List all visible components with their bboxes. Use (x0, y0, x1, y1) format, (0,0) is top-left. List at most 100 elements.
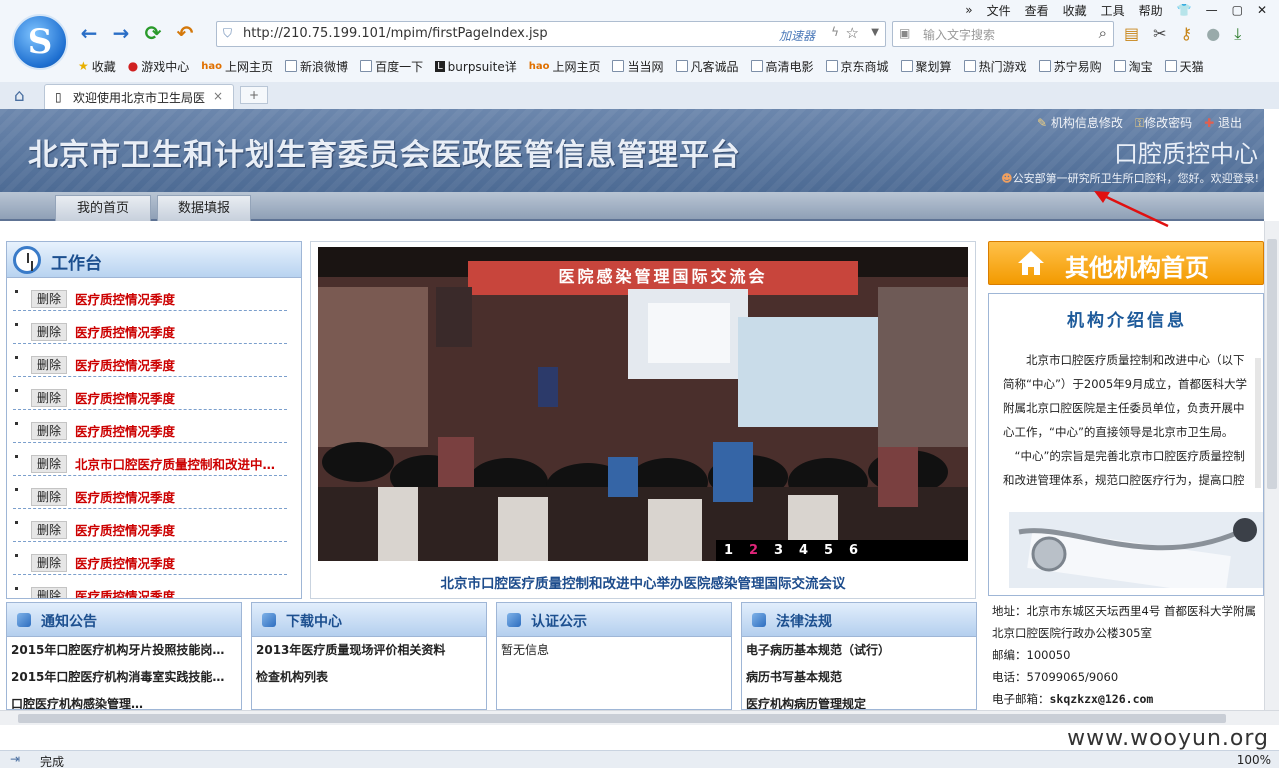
pager-2[interactable]: 2 (741, 540, 766, 561)
search-icon[interactable]: ⌕ (1099, 24, 1107, 42)
workbench-item-link[interactable]: 医疗质控情况季度 (75, 322, 287, 341)
menu-help[interactable]: 帮助 (1139, 2, 1163, 19)
workbench-item-link[interactable]: 医疗质控情况季度 (75, 487, 287, 506)
vertical-scroll-thumb[interactable] (1267, 239, 1277, 489)
menu-favorites[interactable]: 收藏 (1063, 2, 1087, 19)
chevron-down-icon[interactable]: ▼ (871, 27, 879, 38)
bookmark-item[interactable]: Lburpsuite详 (435, 58, 517, 75)
workbench-item-link[interactable]: 医疗质控情况季度 (75, 586, 287, 598)
menu-tools[interactable]: 工具 (1101, 2, 1125, 19)
bookmark-item[interactable]: 苏宁易购 (1038, 58, 1102, 75)
extension-icon[interactable]: ▤ (1124, 24, 1139, 44)
accelerator-label[interactable]: 加速器 (779, 27, 815, 44)
search-box[interactable]: ▣ 输入文字搜索 ⌕ (892, 21, 1114, 47)
slideshow-caption[interactable]: 北京市口腔医疗质量控制和改进中心举办医院感染管理国际交流会议 (310, 572, 976, 592)
delete-button[interactable]: 删除 (31, 554, 67, 572)
zoom-level[interactable]: 100% (1237, 753, 1271, 767)
bookmark-item[interactable]: ● 游戏中心 (128, 58, 190, 75)
star-icon[interactable]: ☆ (846, 24, 859, 42)
list-item[interactable]: 2015年口腔医疗机构牙片投照技能岗… (7, 637, 241, 664)
change-password-link[interactable]: ⚿修改密码 (1135, 114, 1192, 131)
sidebar-toggle-icon[interactable]: ⇥ (10, 752, 20, 766)
bookmark-item[interactable]: 天猫 (1164, 58, 1204, 75)
bookmark-item[interactable]: hao 上网主页 (529, 58, 601, 75)
menu-more[interactable]: » (965, 3, 972, 17)
edit-org-link[interactable]: ✎ 机构信息修改 (1037, 114, 1123, 131)
pager-5[interactable]: 5 (816, 540, 841, 561)
pager-3[interactable]: 3 (766, 540, 791, 561)
lightning-icon[interactable]: ϟ (831, 25, 839, 39)
delete-button[interactable]: 删除 (31, 455, 67, 473)
delete-button[interactable]: 删除 (31, 422, 67, 440)
bookmark-item[interactable]: 淘宝 (1113, 58, 1153, 75)
minimize-icon[interactable]: — (1206, 3, 1218, 17)
delete-button[interactable]: 删除 (31, 488, 67, 506)
bookmark-item[interactable]: 热门游戏 (963, 58, 1027, 75)
shirt-icon[interactable]: 👕 (1177, 3, 1192, 17)
workbench-item-link[interactable]: 医疗质控情况季度 (75, 553, 287, 572)
conference-photo[interactable]: 医院感染管理国际交流会 (318, 247, 968, 561)
close-window-icon[interactable]: ✕ (1257, 3, 1267, 17)
browser-tab[interactable]: ▯ 欢迎使用北京市卫生局医 × (44, 84, 234, 109)
list-item[interactable]: 医疗机构病历管理规定 (742, 691, 976, 709)
list-item[interactable]: 2013年医疗质量现场评价相关资料 (252, 637, 486, 664)
bookmark-item[interactable]: 京东商城 (825, 58, 889, 75)
pager-6[interactable]: 6 (841, 540, 866, 561)
undo-icon[interactable]: ↶ (174, 22, 196, 44)
list-item[interactable]: 口腔医疗机构感染管理… (7, 691, 241, 709)
tab-home[interactable]: 我的首页 (55, 195, 151, 221)
list-item[interactable]: 电子病历基本规范（试行） (742, 637, 976, 664)
key-icon[interactable]: ⚷ (1181, 24, 1193, 44)
horizontal-scroll-thumb[interactable] (18, 714, 1226, 723)
back-icon[interactable]: ← (78, 22, 100, 44)
list-item[interactable]: 检查机构列表 (252, 664, 486, 691)
delete-button[interactable]: 删除 (31, 389, 67, 407)
bookmark-item[interactable]: 凡客诚品 (675, 58, 739, 75)
delete-button[interactable]: 删除 (31, 521, 67, 539)
scissors-icon[interactable]: ✂ (1153, 24, 1166, 44)
search-placeholder[interactable]: 输入文字搜索 (923, 26, 995, 43)
maximize-icon[interactable]: ▢ (1232, 3, 1243, 17)
new-tab-button[interactable]: + (240, 86, 268, 104)
other-org-button[interactable]: 其他机构首页 (988, 241, 1264, 285)
forward-icon[interactable]: → (110, 22, 132, 44)
logout-link[interactable]: ✚ 退出 (1204, 114, 1242, 131)
workbench-item-link[interactable]: 医疗质控情况季度 (75, 289, 287, 308)
address-bar[interactable]: ⛉ http://210.75.199.101/mpim/firstPageIn… (216, 21, 886, 47)
menu-file[interactable]: 文件 (987, 2, 1011, 19)
intro-scrollbar[interactable] (1255, 358, 1261, 488)
search-engine-icon[interactable]: ▣ (899, 26, 910, 40)
delete-button[interactable]: 删除 (31, 323, 67, 341)
bookmark-item[interactable]: 聚划算 (900, 58, 952, 75)
bookmark-item[interactable]: ★ 收藏 (78, 58, 116, 75)
delete-button[interactable]: 删除 (31, 356, 67, 374)
refresh-icon[interactable]: ⟳ (142, 22, 164, 44)
workbench-item-link[interactable]: 北京市口腔医疗质量控制和改进中… (75, 454, 287, 473)
list-item[interactable]: 2015年口腔医疗机构消毒室实践技能… (7, 664, 241, 691)
intro-paragraph: 北京市口腔医疗质量控制和改进中心（以下简称“中心”）于2005年9月成立，首都医… (1003, 353, 1247, 439)
close-tab-icon[interactable]: × (213, 89, 223, 103)
bookmark-item[interactable]: 当当网 (612, 58, 664, 75)
delete-button[interactable]: 删除 (31, 587, 67, 598)
pager-4[interactable]: 4 (791, 540, 816, 561)
browser-logo-icon[interactable]: S (12, 14, 68, 70)
menu-view[interactable]: 查看 (1025, 2, 1049, 19)
bookmark-item[interactable]: hao 上网主页 (201, 58, 273, 75)
pager-1[interactable]: 1 (716, 540, 741, 561)
bookmark-item[interactable]: 高清电影 (750, 58, 814, 75)
home-icon[interactable]: ⌂ (14, 86, 25, 106)
vertical-scrollbar[interactable] (1264, 221, 1279, 710)
workbench-item-link[interactable]: 医疗质控情况季度 (75, 520, 287, 539)
horizontal-scrollbar[interactable] (0, 710, 1279, 725)
workbench-item-link[interactable]: 医疗质控情况季度 (75, 421, 287, 440)
workbench-item-link[interactable]: 医疗质控情况季度 (75, 355, 287, 374)
delete-button[interactable]: 删除 (31, 290, 67, 308)
list-item[interactable]: 病历书写基本规范 (742, 664, 976, 691)
bookmark-item[interactable]: 百度一下 (360, 58, 423, 75)
tab-data-entry[interactable]: 数据填报 (157, 195, 251, 221)
workbench-item-link[interactable]: 医疗质控情况季度 (75, 388, 287, 407)
bookmark-item[interactable]: 新浪微博 (285, 58, 348, 75)
address-url[interactable]: http://210.75.199.101/mpim/firstPageInde… (243, 26, 548, 41)
download-icon[interactable]: ⤓ (1234, 24, 1241, 44)
chat-icon[interactable]: ● (1206, 24, 1220, 44)
